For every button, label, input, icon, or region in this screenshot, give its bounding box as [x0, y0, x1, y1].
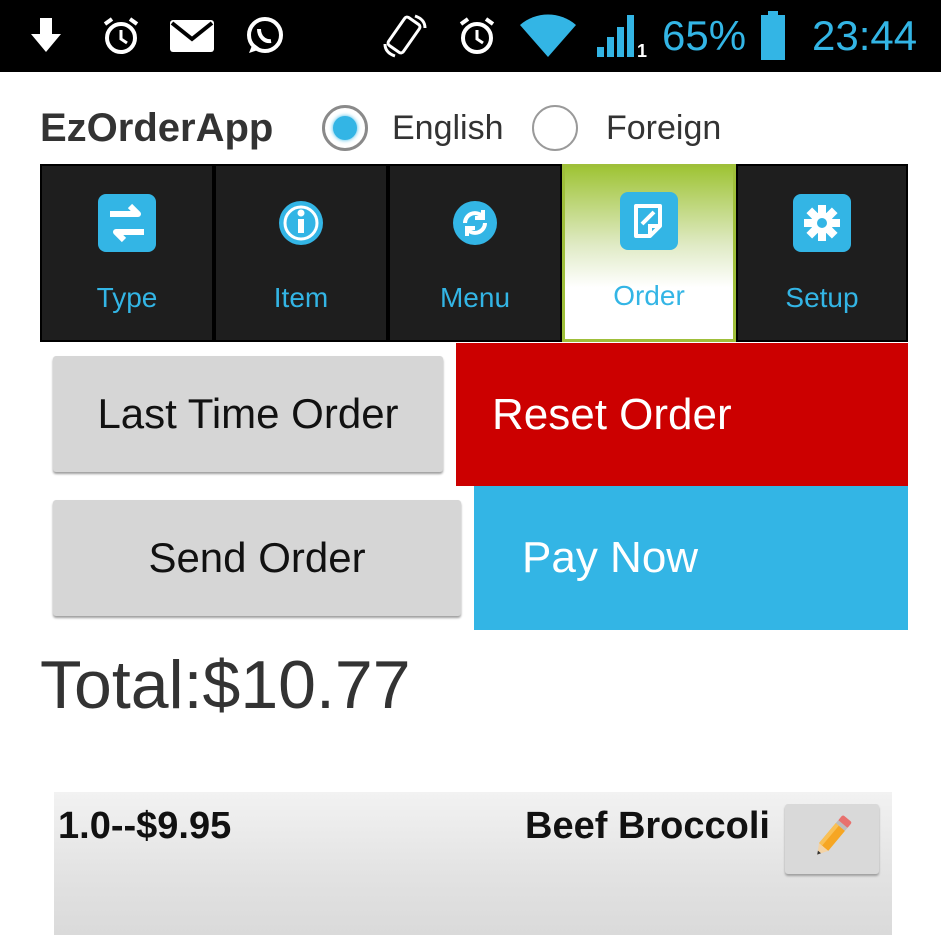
last-time-order-button[interactable]: Last Time Order: [53, 356, 443, 472]
battery-percent: 65%: [662, 12, 747, 59]
reset-order-button[interactable]: Reset Order: [456, 343, 908, 486]
rotation-icon: [380, 10, 430, 62]
tab-setup[interactable]: Setup: [736, 164, 908, 342]
swap-icon: [96, 192, 158, 254]
tab-type-label: Type: [96, 282, 158, 313]
app-title: EzOrderApp: [40, 106, 274, 150]
status-bar: 1 65% 23:44: [0, 0, 941, 72]
order-total: Total:$10.77: [40, 647, 411, 723]
edit-item-button[interactable]: [785, 804, 879, 874]
gear-icon: [791, 192, 853, 254]
download-icon: [26, 10, 66, 62]
alarm-icon: [454, 10, 500, 62]
foreign-radio[interactable]: [532, 105, 578, 151]
item-name: Beef Broccoli: [525, 805, 770, 847]
signal-icon: 1: [592, 10, 654, 62]
refresh-icon: [444, 192, 506, 254]
item-qty-price: 1.0--$9.95: [58, 805, 232, 847]
tab-setup-label: Setup: [785, 282, 859, 313]
tab-item[interactable]: Item: [214, 164, 388, 342]
tab-bar: Type Item Menu Order Setup: [40, 164, 908, 342]
svg-text:1: 1: [637, 41, 647, 59]
info-icon: [270, 192, 332, 254]
mail-icon: [168, 10, 216, 62]
battery-icon: [760, 10, 786, 62]
list-item[interactable]: 1.0--$9.95 Beef Broccoli: [54, 792, 892, 935]
clock: 23:44: [812, 12, 918, 59]
alarm-icon: [98, 10, 144, 62]
tab-order-label: Order: [613, 280, 685, 311]
foreign-label[interactable]: Foreign: [606, 104, 721, 152]
pencil-icon: [810, 811, 854, 868]
wifi-icon: [518, 10, 578, 62]
tab-order[interactable]: Order: [562, 164, 736, 342]
order-note-icon: [618, 190, 680, 252]
tab-menu-label: Menu: [439, 282, 511, 313]
english-label[interactable]: English: [392, 104, 504, 152]
tab-menu[interactable]: Menu: [388, 164, 562, 342]
tab-item-label: Item: [273, 282, 329, 313]
pay-now-button[interactable]: Pay Now: [474, 486, 908, 630]
english-radio[interactable]: [322, 105, 368, 151]
whatsapp-icon: [240, 10, 288, 62]
send-order-button[interactable]: Send Order: [53, 500, 461, 616]
tab-type[interactable]: Type: [40, 164, 214, 342]
